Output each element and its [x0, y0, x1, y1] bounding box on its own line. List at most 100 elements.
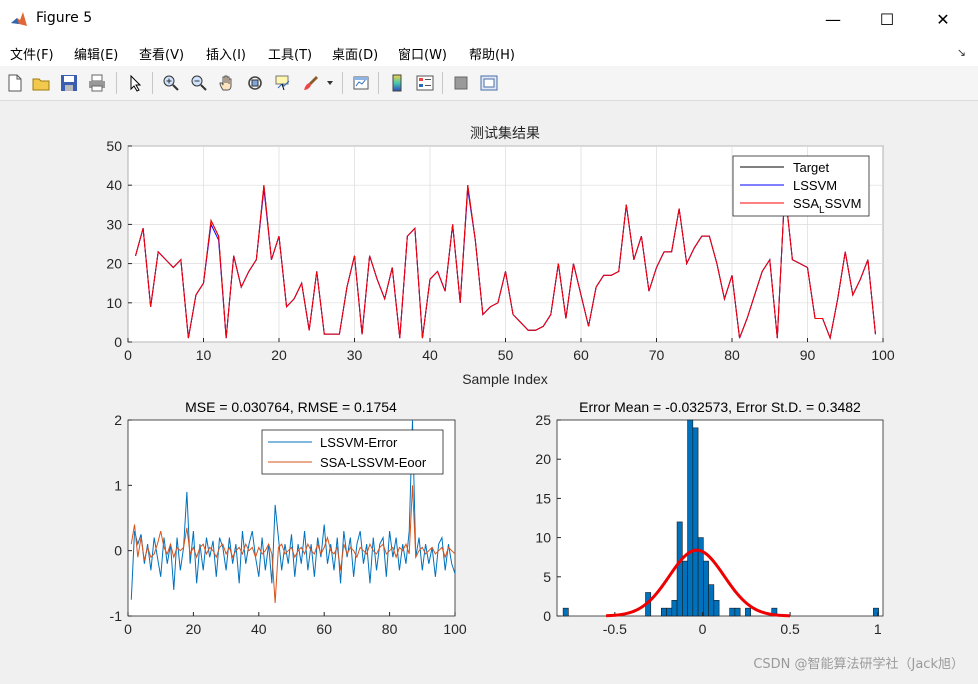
top-y-tick-label: 10 — [106, 295, 122, 311]
minimize-icon: — — [825, 9, 841, 29]
window-titlebar: Figure 5 — ☐ ✕ — [0, 0, 978, 39]
top-x-tick-label: 0 — [124, 347, 132, 363]
error-x-tick-label: 80 — [382, 621, 398, 637]
top-x-label: Sample Index — [462, 371, 548, 387]
brush-dropdown-icon[interactable] — [324, 72, 336, 94]
menu-edit[interactable]: 编辑(E) — [74, 44, 118, 63]
error-y-tick-label: 2 — [114, 412, 122, 428]
legend-icon[interactable] — [414, 72, 436, 94]
histogram-y-tick-label: 20 — [535, 451, 551, 467]
histogram-y-tick-label: 5 — [543, 569, 551, 585]
toolbar-separator — [116, 72, 117, 94]
histogram-axes[interactable]: -0.5 0 0.5 10510152025 Error Mean = -0.0325… — [535, 399, 884, 637]
histogram-bar — [660, 607, 667, 617]
save-icon[interactable] — [58, 72, 80, 94]
data-cursor-icon[interactable] — [272, 72, 294, 94]
top-x-tick-label: 70 — [649, 347, 665, 363]
legend-label-lssvm-error: LSSVM-Error — [320, 435, 398, 450]
histogram-y-tick-label: 0 — [543, 608, 551, 624]
maximize-button[interactable]: ☐ — [864, 0, 910, 38]
top-x-tick-label: 90 — [800, 347, 816, 363]
top-y-tick-label: 0 — [114, 334, 122, 350]
pan-hand-icon[interactable] — [216, 72, 238, 94]
histogram-y-tick-label: 15 — [535, 490, 551, 506]
legend-label-ssa: SSA — [793, 196, 819, 211]
top-x-tick-label: 80 — [724, 347, 740, 363]
top-chart-title: 测试集结果 — [470, 125, 540, 142]
menu-help[interactable]: 帮助(H) — [469, 44, 515, 63]
zoom-out-icon[interactable] — [188, 72, 210, 94]
top-x-tick-label: 60 — [573, 347, 589, 363]
histogram-bar — [734, 607, 741, 617]
menu-insert[interactable]: 插入(I) — [206, 44, 246, 63]
colorbar-icon[interactable] — [386, 72, 408, 94]
link-plot-icon[interactable] — [350, 72, 372, 94]
error-x-tick-label: 100 — [443, 621, 467, 637]
select-arrow-icon[interactable] — [124, 72, 146, 94]
print-icon[interactable] — [86, 72, 108, 94]
menu-file[interactable]: 文件(F) — [10, 44, 54, 63]
histogram-bar — [562, 607, 569, 617]
open-file-icon[interactable] — [30, 72, 52, 94]
rotate-3d-icon[interactable] — [244, 72, 266, 94]
maximize-icon: ☐ — [879, 9, 895, 29]
error-x-tick-label: 40 — [251, 621, 267, 637]
top-axes[interactable]: 0 10 20 30 40 50 60 70 80 90 10001020304050 测试集结果 … — [106, 125, 894, 387]
window-title: Figure 5 — [36, 10, 93, 26]
top-y-tick-label: 20 — [106, 256, 122, 272]
legend-label-target: Target — [793, 160, 830, 175]
legend-label-ssvm: SSVM — [825, 196, 862, 211]
dock-arrow-icon[interactable]: ↘ — [957, 46, 966, 59]
histogram-bar — [666, 607, 673, 617]
top-x-tick-label: 20 — [271, 347, 287, 363]
menu-tools[interactable]: 工具(T) — [268, 44, 312, 63]
top-x-tick-label: 10 — [196, 347, 212, 363]
histogram-bar — [729, 607, 736, 617]
new-figure-icon[interactable] — [4, 72, 26, 94]
toolbar-separator — [342, 72, 343, 94]
top-legend[interactable]: Target LSSVM SSALSSVM — [732, 155, 870, 217]
legend-label-ssa-error: SSA-LSSVM-Eoor — [320, 455, 427, 470]
error-y-tick-label: 0 — [114, 543, 122, 559]
toolbar-separator — [152, 72, 153, 94]
error-axes[interactable]: 0 20 40 60 80 100-1012 MSE = 0.030764, RMSE =… — [110, 399, 467, 637]
error-x-tick-label: 0 — [124, 621, 132, 637]
histogram-bar — [713, 600, 720, 617]
menu-view[interactable]: 查看(V) — [139, 44, 184, 63]
brush-icon[interactable] — [300, 72, 322, 94]
show-plot-tools-icon[interactable] — [478, 72, 500, 94]
histogram-bar — [703, 560, 709, 617]
histogram-bar — [682, 560, 688, 617]
error-y-tick-label: 1 — [114, 477, 122, 493]
menu-desktop[interactable]: 桌面(D) — [332, 44, 378, 63]
histogram-x-tick-label: 0 — [699, 621, 707, 637]
toolbar-separator — [378, 72, 379, 94]
histogram-bar — [745, 607, 751, 617]
histogram-chart-title: Error Mean = -0.032573, Error St.D. = 0.… — [579, 399, 861, 415]
top-y-tick-label: 40 — [106, 177, 122, 193]
close-icon: ✕ — [936, 9, 950, 29]
histogram-bar — [692, 427, 699, 617]
histogram-bar — [708, 584, 715, 617]
menu-window[interactable]: 窗口(W) — [398, 44, 447, 63]
zoom-in-icon[interactable] — [160, 72, 182, 94]
error-x-tick-label: 60 — [316, 621, 332, 637]
top-x-tick-label: 30 — [347, 347, 363, 363]
top-x-tick-label: 100 — [871, 347, 895, 363]
histogram-x-tick-label: 1 — [874, 621, 882, 637]
figure-canvas: 0 10 20 30 40 50 60 70 80 90 100 0 10 20 30 40 50 测试集结果 … — [0, 101, 978, 680]
matlab-logo-icon — [10, 10, 28, 28]
error-legend[interactable]: LSSVM-Error SSA-LSSVM-Eoor — [261, 429, 444, 475]
top-x-tick-label: 40 — [422, 347, 438, 363]
hide-plot-tools-icon[interactable] — [450, 72, 472, 94]
top-x-tick-label: 50 — [498, 347, 514, 363]
top-y-tick-label: 30 — [106, 216, 122, 232]
minimize-button[interactable]: — — [810, 0, 856, 38]
figure-toolbar — [0, 66, 978, 101]
top-y-tick-label: 50 — [106, 138, 122, 154]
close-button[interactable]: ✕ — [920, 0, 966, 38]
error-y-tick-label: -1 — [110, 608, 123, 624]
error-chart-title: MSE = 0.030764, RMSE = 0.1754 — [185, 399, 397, 415]
histogram-y-tick-label: 25 — [535, 412, 551, 428]
watermark: CSDN @智能算法研学社（Jack旭） — [753, 657, 964, 672]
